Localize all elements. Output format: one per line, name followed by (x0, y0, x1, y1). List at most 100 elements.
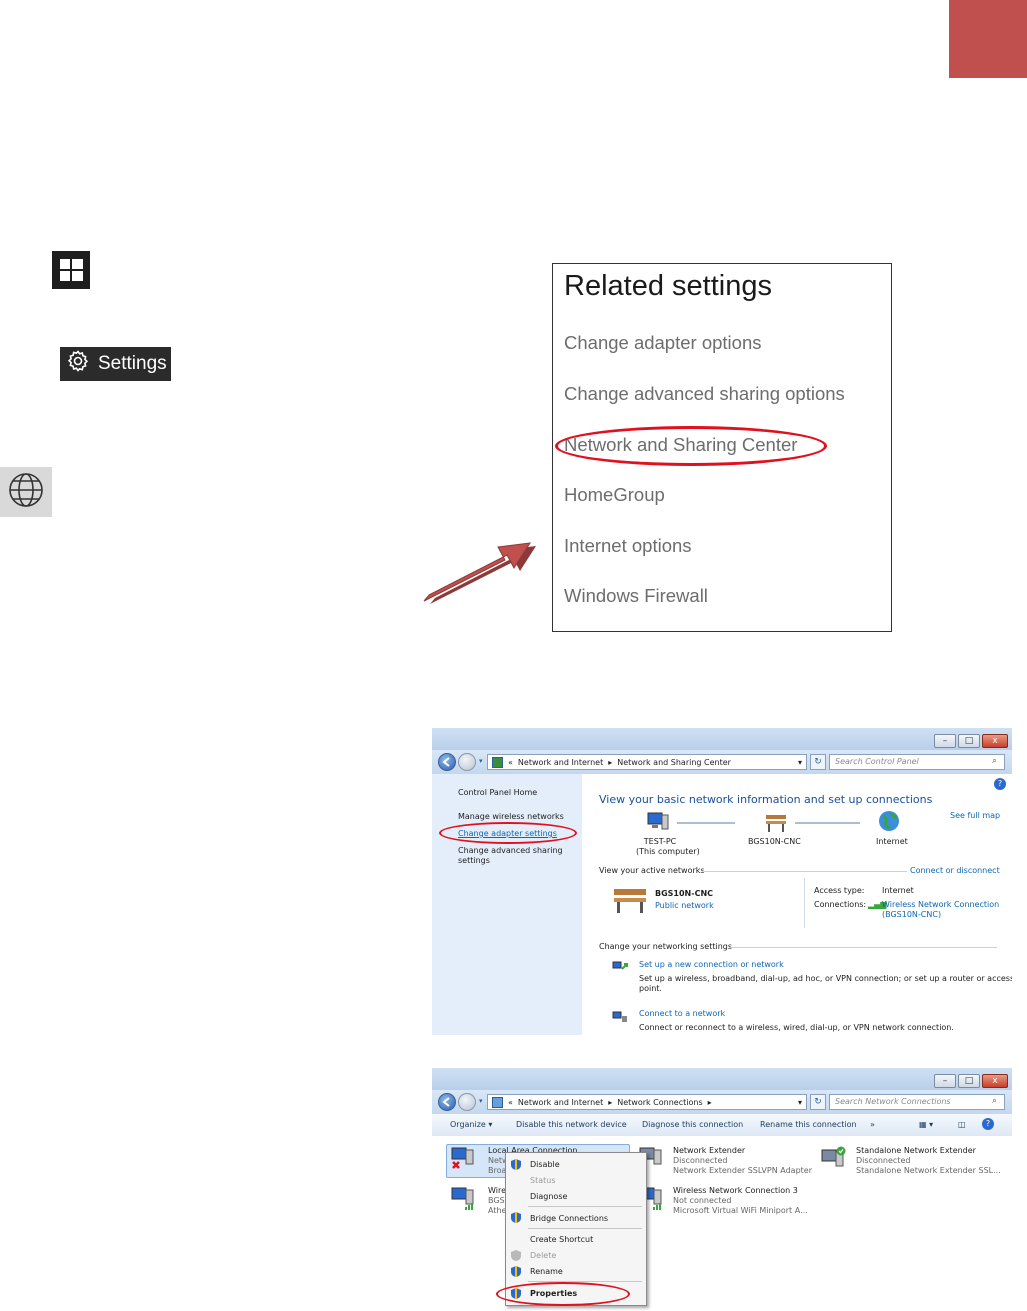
menu-item-status[interactable]: Status (530, 1176, 556, 1185)
main-content: ? View your basic network information an… (582, 774, 1012, 1035)
network-name: BGS10N-CNC (655, 889, 714, 898)
breadcrumb-network-connections[interactable]: Network Connections (617, 1098, 702, 1107)
search-icon[interactable]: ⌕ (992, 756, 997, 766)
title-bar (432, 1068, 1012, 1090)
breadcrumb-overflow[interactable]: « (508, 1098, 513, 1107)
connect-network-link[interactable]: Connect to a network (639, 1009, 725, 1018)
network-type-link[interactable]: Public network (655, 901, 714, 910)
maximize-button[interactable]: □ (958, 1074, 980, 1088)
adapter-name: Standalone Network Extender (856, 1146, 976, 1155)
adapter-device: Network Extender SSLVPN Adapter (673, 1166, 812, 1175)
search-input[interactable]: Search Control Panel (829, 754, 1005, 770)
breadcrumb-sharing-center[interactable]: Network and Sharing Center (617, 758, 731, 767)
breadcrumb-separator-icon: ▸ (608, 1097, 613, 1107)
network-connections-window: – □ x ▾ « Network and Internet ▸ Network… (432, 1068, 1012, 1311)
windows-firewall-link[interactable]: Windows Firewall (564, 585, 708, 607)
homegroup-link[interactable]: HomeGroup (564, 484, 665, 506)
search-input[interactable]: Search Network Connections (829, 1094, 1005, 1110)
adapter-status: Not connected (673, 1196, 732, 1205)
help-icon[interactable]: ? (982, 1118, 994, 1130)
adapter-status: Disconnected (856, 1156, 911, 1165)
network-adapter-icon (450, 1146, 476, 1174)
address-row: ▾ « Network and Internet ▸ Network and S… (432, 750, 1012, 774)
control-panel-icon (492, 756, 503, 768)
connect-disconnect-link[interactable]: Connect or disconnect (910, 866, 1000, 875)
globe-icon (7, 471, 45, 513)
wireless-connection-link[interactable]: Wireless Network Connection (882, 900, 999, 909)
search-icon[interactable]: ⌕ (992, 1096, 997, 1106)
recent-pages-dropdown[interactable]: ▾ (479, 757, 483, 765)
organize-menu[interactable]: Organize ▾ (450, 1120, 492, 1129)
address-bar[interactable]: « Network and Internet ▸ Network and Sha… (487, 754, 807, 770)
shield-icon (511, 1159, 521, 1170)
map-internet-label: Internet (876, 837, 908, 846)
network-folder-icon (492, 1096, 503, 1108)
change-advanced-sharing-settings-link[interactable]: Change advanced sharing settings (458, 846, 568, 866)
sidebar: Control Panel Home Manage wireless netwo… (432, 774, 582, 1035)
computer-icon (646, 811, 670, 835)
control-panel-home-link[interactable]: Control Panel Home (458, 788, 537, 797)
breadcrumb-network-internet[interactable]: Network and Internet (518, 758, 603, 767)
internet-options-link[interactable]: Internet options (564, 535, 692, 557)
disable-device-button[interactable]: Disable this network device (516, 1120, 627, 1129)
adapter-name: Wireless Network Connection 3 (673, 1186, 798, 1195)
breadcrumb-separator-icon: ▸ (707, 1097, 712, 1107)
change-advanced-sharing-link[interactable]: Change advanced sharing options (564, 383, 845, 405)
breadcrumb-overflow[interactable]: « (508, 758, 513, 767)
related-settings-panel: Related settings Change adapter options … (552, 263, 892, 632)
network-globe-tile[interactable] (0, 467, 52, 517)
related-settings-title: Related settings (564, 270, 772, 302)
forward-button[interactable] (458, 753, 476, 771)
network-bench-icon (612, 886, 648, 916)
change-settings-label: Change your networking settings (599, 942, 733, 951)
refresh-button[interactable]: ↻ (810, 754, 826, 770)
setup-connection-desc: Set up a wireless, broadband, dial-up, a… (639, 974, 1012, 983)
active-networks-label: View your active networks (599, 866, 705, 875)
divider (804, 878, 805, 928)
rename-connection-button[interactable]: Rename this connection (760, 1120, 857, 1129)
menu-item-rename[interactable]: Rename (530, 1267, 563, 1276)
menu-item-delete[interactable]: Delete (530, 1251, 556, 1260)
settings-button[interactable]: Settings (60, 347, 171, 381)
setup-connection-link[interactable]: Set up a new connection or network (639, 960, 784, 969)
refresh-button[interactable]: ↻ (810, 1094, 826, 1110)
menu-item-diagnose[interactable]: Diagnose (530, 1192, 567, 1201)
back-button[interactable] (438, 1093, 456, 1111)
recent-pages-dropdown[interactable]: ▾ (479, 1097, 483, 1105)
command-toolbar: Organize ▾ Disable this network device D… (432, 1114, 1012, 1137)
setup-connection-icon (612, 960, 628, 976)
menu-item-disable[interactable]: Disable (530, 1160, 560, 1169)
menu-item-create-shortcut[interactable]: Create Shortcut (530, 1235, 593, 1244)
help-icon[interactable]: ? (994, 778, 1006, 790)
back-button[interactable] (438, 753, 456, 771)
address-bar[interactable]: « Network and Internet ▸ Network Connect… (487, 1094, 807, 1110)
see-full-map-link[interactable]: See full map (950, 811, 1000, 820)
map-link-line (677, 822, 735, 824)
close-button[interactable]: x (982, 734, 1008, 748)
divider (702, 871, 907, 872)
preview-pane-icon[interactable]: ◫ (958, 1120, 966, 1129)
view-options-icon[interactable]: ▦ ▾ (919, 1120, 933, 1129)
windows-start-icon[interactable] (52, 251, 90, 289)
wireless-connection-ssid[interactable]: (BGS10N-CNC) (882, 910, 941, 919)
highlight-ellipse (555, 426, 827, 466)
close-button[interactable]: x (982, 1074, 1008, 1088)
page-heading: View your basic network information and … (599, 793, 933, 806)
menu-item-bridge[interactable]: Bridge Connections (530, 1214, 608, 1223)
breadcrumb-separator-icon: ▸ (608, 757, 613, 767)
minimize-button[interactable]: – (934, 1074, 956, 1088)
adapter-device: Broa (488, 1166, 507, 1175)
address-dropdown-icon[interactable]: ▾ (798, 758, 802, 767)
diagnose-connection-button[interactable]: Diagnose this connection (642, 1120, 743, 1129)
adapter-name: Wire (488, 1186, 506, 1195)
breadcrumb-network-internet[interactable]: Network and Internet (518, 1098, 603, 1107)
address-dropdown-icon[interactable]: ▾ (798, 1098, 802, 1107)
forward-button[interactable] (458, 1093, 476, 1111)
more-commands-button[interactable]: » (870, 1120, 875, 1129)
change-adapter-options-link[interactable]: Change adapter options (564, 332, 761, 354)
shield-icon (511, 1266, 521, 1277)
minimize-button[interactable]: – (934, 734, 956, 748)
manage-wireless-link[interactable]: Manage wireless networks (458, 812, 564, 821)
maximize-button[interactable]: □ (958, 734, 980, 748)
adapter-status: BGS (488, 1196, 505, 1205)
